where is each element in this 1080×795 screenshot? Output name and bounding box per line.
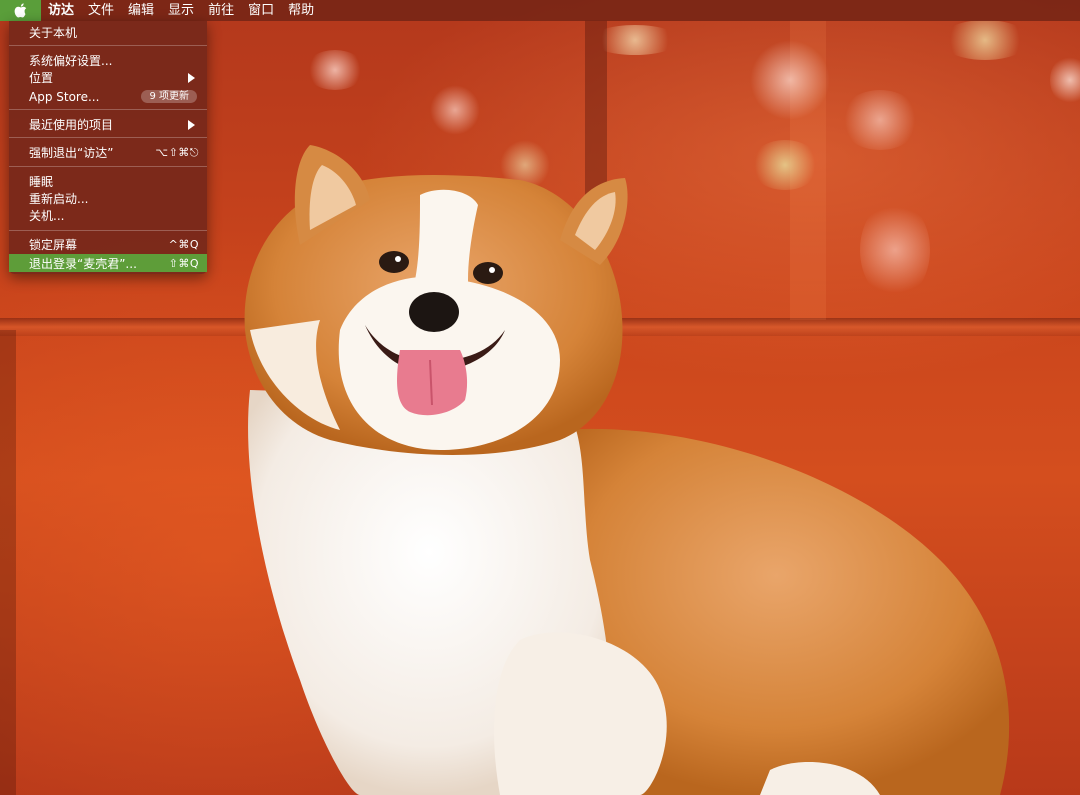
menu-window[interactable]: 窗口 — [241, 0, 281, 21]
desktop: 访达 文件 编辑 显示 前往 窗口 帮助 关于本机 系统偏好设置... 位置 A… — [0, 0, 1080, 795]
menu-item-label: 睡眠 — [29, 175, 54, 189]
menu-go[interactable]: 前往 — [201, 0, 241, 21]
keyboard-shortcut: ⇧⌘Q — [168, 256, 199, 270]
menu-item-restart[interactable]: 重新启动... — [9, 190, 207, 207]
menu-file[interactable]: 文件 — [81, 0, 121, 21]
menu-item-label: 重新启动... — [29, 192, 89, 206]
menu-item-label: 关机... — [29, 209, 65, 223]
menu-view[interactable]: 显示 — [161, 0, 201, 21]
menu-item-label: 系统偏好设置... — [29, 54, 113, 68]
menu-item-sleep[interactable]: 睡眠 — [9, 173, 207, 190]
menu-item-location[interactable]: 位置 — [9, 69, 207, 86]
submenu-arrow-icon — [188, 72, 195, 83]
menu-item-about[interactable]: 关于本机 — [9, 24, 207, 41]
menu-item-recent-items[interactable]: 最近使用的项目 — [9, 116, 207, 133]
menu-separator — [9, 166, 207, 167]
menu-item-label: 最近使用的项目 — [29, 118, 114, 132]
menu-separator — [9, 137, 207, 138]
menu-item-lock-screen[interactable]: 锁定屏幕 ^⌘Q — [9, 236, 207, 253]
menu-edit[interactable]: 编辑 — [121, 0, 161, 21]
menu-item-app-store[interactable]: App Store... 9 项更新 — [9, 88, 207, 105]
keyboard-shortcut: ⌥⇧⌘⎋ — [155, 145, 199, 159]
updates-badge: 9 项更新 — [141, 90, 197, 103]
menu-separator — [9, 45, 207, 46]
menu-separator — [9, 109, 207, 110]
apple-menu-dropdown: 关于本机 系统偏好设置... 位置 App Store... 9 项更新 最近使… — [9, 21, 207, 274]
menu-item-label: 退出登录“麦壳君”... — [29, 256, 137, 271]
apple-icon — [14, 3, 27, 18]
menu-item-shutdown[interactable]: 关机... — [9, 207, 207, 224]
keyboard-shortcut: ^⌘Q — [168, 238, 199, 251]
apple-menu-button[interactable] — [0, 0, 41, 21]
submenu-arrow-icon — [188, 119, 195, 130]
menu-bar: 访达 文件 编辑 显示 前往 窗口 帮助 — [0, 0, 1080, 21]
menu-separator — [9, 230, 207, 231]
menu-item-force-quit[interactable]: 强制退出“访达” ⌥⇧⌘⎋ — [9, 144, 207, 161]
menu-item-label: App Store... — [29, 89, 100, 104]
menu-item-label: 强制退出“访达” — [29, 146, 114, 160]
menu-item-system-preferences[interactable]: 系统偏好设置... — [9, 52, 207, 69]
menu-help[interactable]: 帮助 — [281, 0, 321, 21]
menu-finder[interactable]: 访达 — [41, 0, 81, 21]
menu-item-label: 锁定屏幕 — [29, 238, 78, 252]
menu-item-label: 关于本机 — [29, 26, 78, 40]
menu-item-log-out[interactable]: 退出登录“麦壳君”... ⇧⌘Q — [9, 254, 207, 272]
menu-item-label: 位置 — [29, 71, 54, 85]
